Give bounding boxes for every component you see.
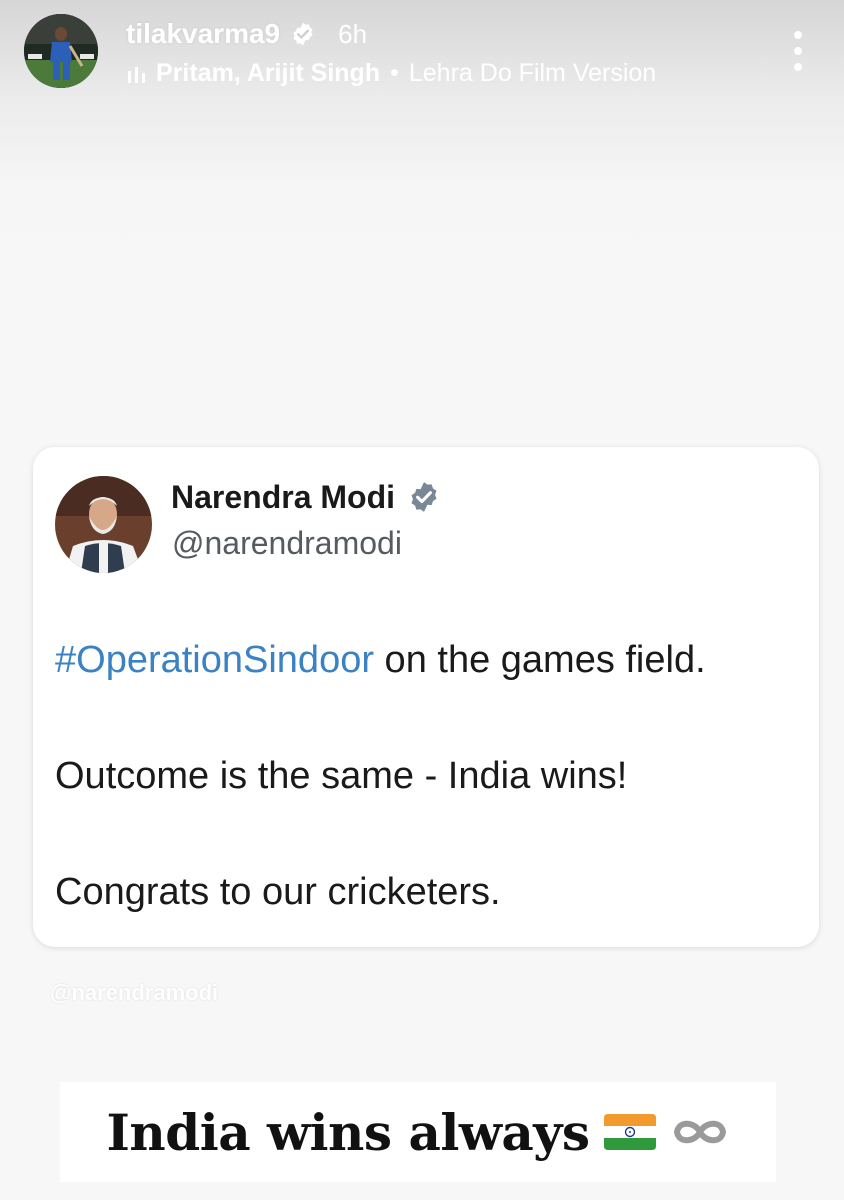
story-time: 6h (338, 18, 368, 49)
music-attribution[interactable]: Pritam, Arijit Singh • Lehra Do Film Ver… (126, 56, 656, 90)
india-flag-icon (603, 1113, 657, 1151)
tweet-text-line-3: Congrats to our cricketers. (55, 871, 501, 913)
tweet-author-handle: @narendramodi (172, 525, 402, 561)
tweet-line-1-rest: on the games field. (374, 639, 706, 681)
music-song: Lehra Do Film Version (408, 58, 657, 87)
tweet-hashtag: #OperationSindoor (55, 639, 374, 681)
music-bars-icon (126, 63, 148, 83)
infinity-icon (671, 1116, 729, 1148)
verified-badge-icon (407, 480, 441, 514)
story-caption: India wins always (60, 1082, 776, 1182)
music-separator: • (390, 58, 399, 87)
story-avatar[interactable] (24, 14, 98, 88)
music-artists: Pritam, Arijit Singh (156, 58, 381, 87)
verified-badge-icon (290, 21, 316, 47)
story-username[interactable]: tilakvarma9 (126, 18, 280, 50)
tweet-author-name: Narendra Modi (171, 478, 396, 515)
tweet-name-row: Narendra Modi (171, 477, 441, 517)
tweet-text-line-1: #OperationSindoor on the games field. (55, 639, 706, 682)
username-row: tilakvarma9 6h (126, 14, 367, 54)
caption-text: India wins always (106, 1102, 590, 1162)
mention-sticker[interactable]: @narendramodi (50, 980, 218, 1006)
more-vertical-icon (794, 31, 802, 39)
story-header: tilakvarma9 6h Pritam, Arijit Singh • Le… (0, 0, 844, 110)
more-options-button[interactable] (780, 28, 816, 74)
tweet-card[interactable]: Narendra Modi @narendramodi #OperationSi… (33, 447, 819, 947)
tweet-text-line-2: Outcome is the same - India wins! (55, 755, 628, 797)
tweet-avatar (55, 476, 152, 573)
